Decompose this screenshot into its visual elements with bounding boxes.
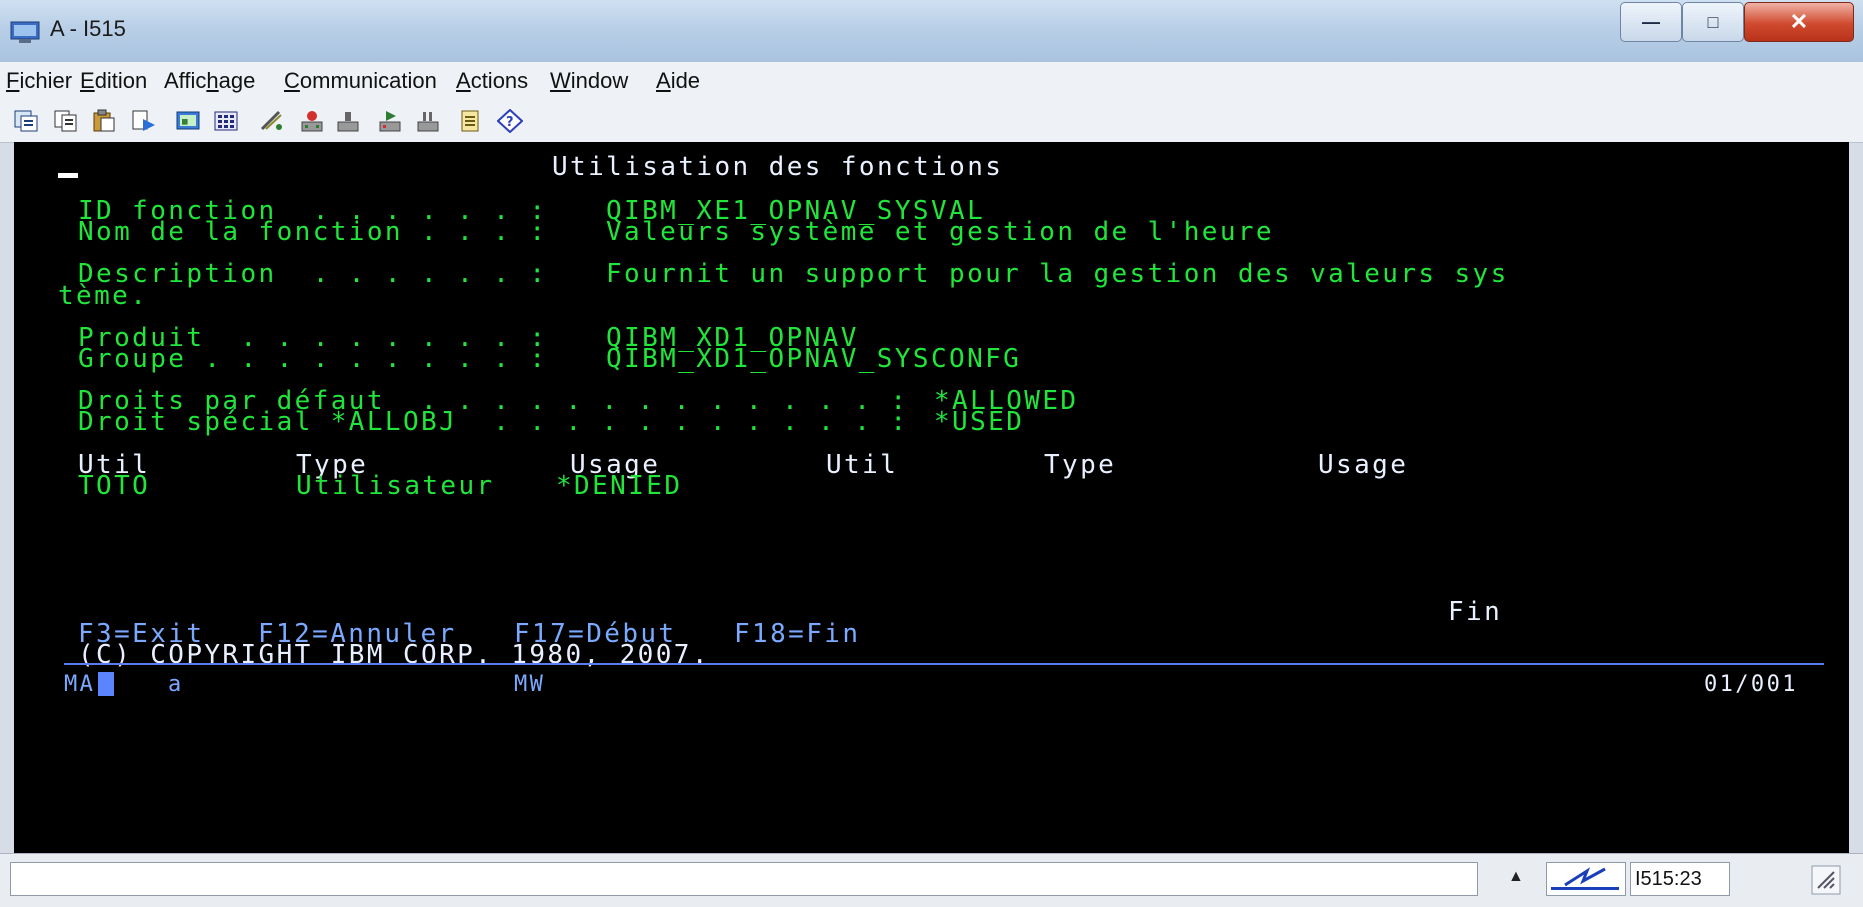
- scroll-up-arrow-icon[interactable]: ▲: [1508, 868, 1524, 886]
- title-bar[interactable]: A - I515 — □ ✕: [0, 0, 1863, 63]
- macro-icon[interactable]: [258, 108, 286, 134]
- menu-aide[interactable]: Aide: [656, 68, 700, 94]
- notepad-icon[interactable]: [456, 108, 484, 134]
- close-icon: ✕: [1789, 9, 1809, 34]
- window-title: A - I515: [50, 16, 126, 41]
- pause-icon[interactable]: [414, 108, 442, 134]
- play-icon[interactable]: [376, 108, 404, 134]
- close-button[interactable]: ✕: [1744, 2, 1854, 42]
- svg-text:?: ?: [506, 115, 514, 130]
- stop-icon[interactable]: [334, 108, 362, 134]
- paste-icon[interactable]: [90, 108, 118, 134]
- name-label: Nom de la fonction . . . :: [78, 217, 548, 247]
- menu-window[interactable]: Window: [550, 68, 628, 94]
- maximize-button[interactable]: □: [1682, 2, 1744, 42]
- menu-actions[interactable]: Actions: [456, 68, 528, 94]
- minimize-button[interactable]: —: [1620, 2, 1682, 42]
- status-bar: ▲ I515:23: [0, 853, 1863, 907]
- more-indicator: Fin: [1448, 597, 1503, 627]
- menu-bar: Fichier Edition Affichage Communication …: [0, 62, 1863, 101]
- cursor-underscore: [58, 173, 78, 178]
- resize-grip-icon[interactable]: [1810, 864, 1842, 896]
- description-wrap: tème.: [58, 281, 149, 311]
- screen-heading: Utilisation des fonctions: [552, 152, 1004, 182]
- operator-info-divider: [64, 663, 1824, 665]
- oia-cursor: [98, 672, 114, 696]
- connection-status-icon: [1546, 862, 1626, 896]
- oia-message-waiting: MW: [514, 672, 546, 697]
- special-right-label: Droit spécial *ALLOBJ . . . . . . . . . …: [78, 407, 909, 437]
- cursor-position: 01/001: [1704, 672, 1798, 697]
- display-icon[interactable]: ▦: [174, 108, 202, 134]
- menu-edition[interactable]: Edition: [80, 68, 147, 94]
- fkey-f18[interactable]: F18=Fin: [734, 619, 860, 649]
- help-icon[interactable]: ?: [496, 108, 524, 134]
- terminal-app-icon: [10, 21, 40, 43]
- row-user[interactable]: TOTO: [78, 471, 150, 501]
- menu-fichier[interactable]: Fichier: [6, 68, 72, 94]
- copy-screen-icon[interactable]: [12, 108, 40, 134]
- oia-input-mode: a: [168, 672, 184, 697]
- column-header-type-2: Type: [1044, 450, 1117, 480]
- keypad-icon[interactable]: [212, 108, 240, 134]
- copyright: (C) COPYRIGHT IBM CORP. 1980, 2007.: [78, 640, 710, 670]
- record-icon[interactable]: [298, 108, 326, 134]
- status-message-field: [10, 862, 1478, 896]
- send-icon[interactable]: [130, 108, 158, 134]
- row-usage: *DENIED: [556, 471, 683, 501]
- group-label: Groupe . . . . . . . . . :: [78, 344, 548, 374]
- minimize-icon: —: [1642, 11, 1660, 32]
- group-value: QIBM_XD1_OPNAV_SYSCONFG: [606, 344, 1022, 374]
- session-host-label: I515:23: [1630, 862, 1730, 896]
- oia-status: MA: [64, 672, 96, 697]
- description-label: Description . . . . . . :: [78, 259, 548, 289]
- row-type: Utilisateur: [296, 471, 495, 501]
- name-value: Valeurs système et gestion de l'heure: [606, 217, 1274, 247]
- toolbar: ▦ ?: [0, 100, 1863, 143]
- special-right-value: *USED: [934, 407, 1025, 437]
- copy-icon[interactable]: [52, 108, 80, 134]
- menu-communication[interactable]: Communication: [284, 68, 437, 94]
- menu-affichage[interactable]: Affichage: [164, 68, 255, 94]
- column-header-usage-2: Usage: [1318, 450, 1409, 480]
- svg-text:▦: ▦: [182, 117, 188, 127]
- column-header-util-2: Util: [826, 450, 899, 480]
- maximize-icon: □: [1707, 11, 1719, 32]
- terminal-screen[interactable]: Utilisation des fonctions ID fonction . …: [14, 142, 1849, 853]
- description-value: Fournit un support pour la gestion des v…: [606, 259, 1509, 289]
